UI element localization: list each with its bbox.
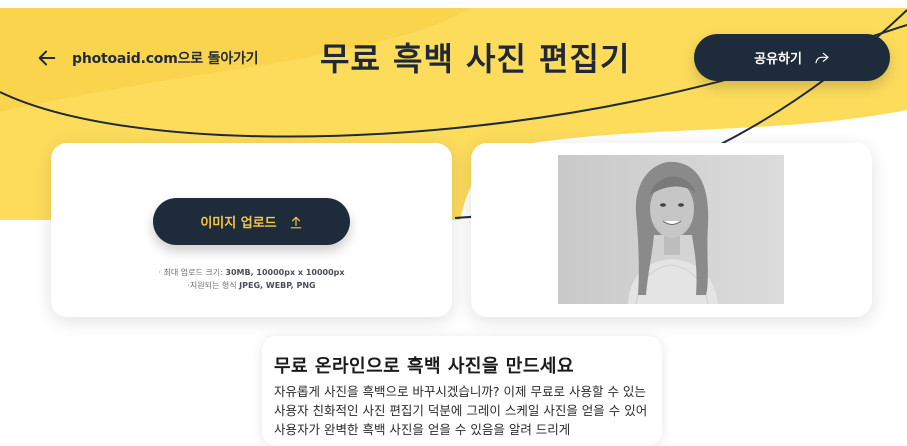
upload-requirements: · 최대 업로드 크기: 30MB, 10000px x 10000px ·지원…: [51, 266, 452, 292]
sample-bw-photo: [558, 155, 784, 304]
article-section: 무료 온라인으로 흑백 사진을 만드세요 자유롭게 사진을 흑백으로 바꾸시겠습…: [262, 336, 662, 446]
article-heading: 무료 온라인으로 흑백 사진을 만드세요: [274, 356, 575, 377]
back-link-label: photoaid.com으로 돌아가기: [72, 51, 259, 67]
article-body: 자유롭게 사진을 흑백으로 바꾸시겠습니까? 이제 무료로 사용할 수 있는 사…: [274, 384, 648, 437]
upload-arrow-icon: [290, 216, 301, 228]
max-upload-size: · 최대 업로드 크기: 30MB, 10000px x 10000px: [158, 268, 345, 277]
page-title: 무료 흑백 사진 편집기: [320, 40, 631, 78]
supported-formats: ·지원되는 형식 JPEG, WEBP, PNG: [187, 281, 316, 290]
share-arrow-icon: [815, 52, 829, 63]
back-to-home-link[interactable]: photoaid.com으로 돌아가기: [36, 44, 259, 72]
share-button[interactable]: 공유하기: [694, 34, 890, 81]
upload-card: 이미지 업로드 · 최대 업로드 크기: 30MB, 10000px x 100…: [51, 143, 452, 317]
upload-image-button[interactable]: 이미지 업로드: [153, 198, 350, 245]
preview-card: [471, 143, 872, 317]
arrow-left-icon: [38, 50, 56, 66]
upload-button-label: 이미지 업로드: [200, 216, 277, 231]
share-button-label: 공유하기: [754, 52, 802, 67]
